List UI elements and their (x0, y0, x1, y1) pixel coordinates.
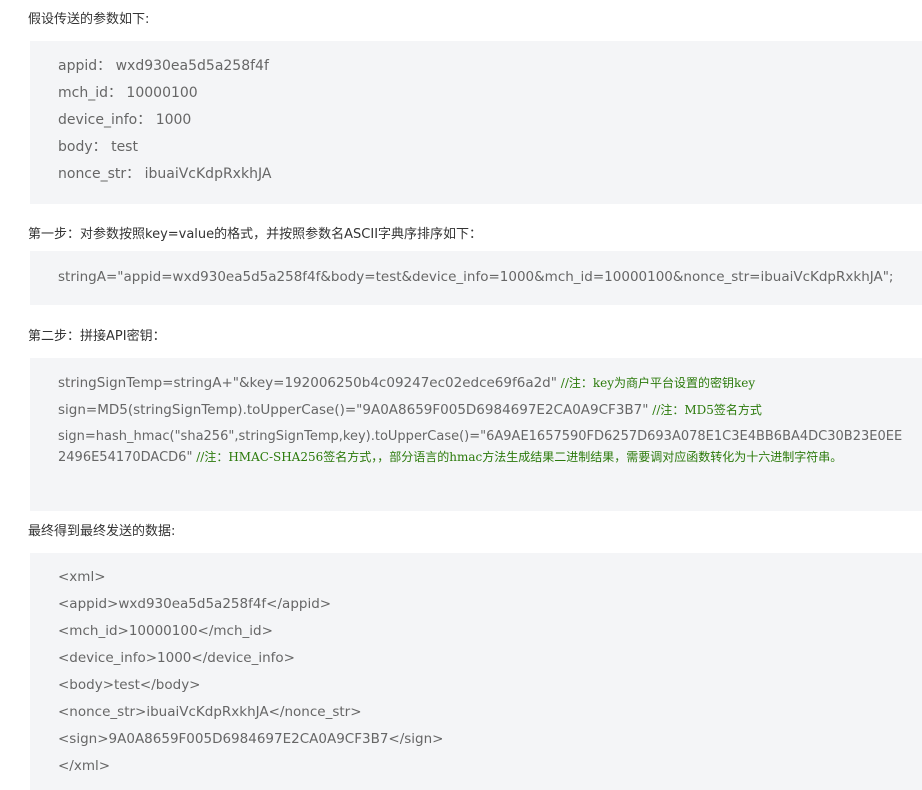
param-body: body： test (58, 139, 138, 155)
param-mch-id: mch_id： 10000100 (58, 85, 198, 101)
sign-temp-code: stringSignTemp=stringA+"&key=192006250b4… (58, 375, 557, 391)
step1-code-block: stringA="appid=wxd930ea5d5a258f4f&body=t… (30, 251, 922, 305)
hmac-comment: //注：HMAC-SHA256签名方式，，部分语言的hmac方法生成结果二进制结… (192, 450, 843, 464)
xml-mch-id: <mch_id>10000100</mch_id> (58, 623, 273, 639)
xml-close: </xml> (58, 758, 111, 774)
step1-heading: 第一步：对参数按照key=value的格式，并按照参数名ASCII字典序排序如下… (28, 227, 483, 242)
sign-temp-line: stringSignTemp=stringA+"&key=192006250b4… (58, 370, 904, 397)
stringA-code: stringA="appid=wxd930ea5d5a258f4f&body=t… (58, 269, 894, 285)
md5-line: sign=MD5(stringSignTemp).toUpperCase()="… (58, 397, 904, 424)
step2-heading: 第二步：拼接API密钥： (28, 329, 166, 344)
xml-open: <xml> (58, 569, 106, 585)
md5-comment: //注：MD5签名方式 (648, 403, 762, 417)
param-appid: appid： wxd930ea5d5a258f4f (58, 58, 269, 74)
xml-sign: <sign>9A0A8659F005D6984697E2CA0A9CF3B7</… (58, 731, 444, 747)
xml-block: <xml> <appid>wxd930ea5d5a258f4f</appid> … (30, 553, 922, 790)
sign-temp-comment: //注：key为商户平台设置的密钥key (556, 376, 756, 390)
md5-code: sign=MD5(stringSignTemp).toUpperCase()="… (58, 402, 649, 418)
xml-appid: <appid>wxd930ea5d5a258f4f</appid> (58, 596, 332, 612)
xml-device-info: <device_info>1000</device_info> (58, 650, 295, 666)
xml-body: <body>test</body> (58, 677, 201, 693)
params-block: appid： wxd930ea5d5a258f4f mch_id： 100001… (30, 41, 922, 204)
step2-code-block: stringSignTemp=stringA+"&key=192006250b4… (30, 358, 922, 511)
xml-nonce-str: <nonce_str>ibuaiVcKdpRxkhJA</nonce_str> (58, 704, 362, 720)
hmac-line: sign=hash_hmac("sha256",stringSignTemp,k… (58, 427, 904, 468)
final-heading: 最终得到最终发送的数据: (28, 524, 176, 539)
intro-heading: 假设传送的参数如下: (28, 12, 150, 27)
param-device-info: device_info： 1000 (58, 112, 192, 128)
param-nonce-str: nonce_str： ibuaiVcKdpRxkhJA (58, 166, 272, 182)
